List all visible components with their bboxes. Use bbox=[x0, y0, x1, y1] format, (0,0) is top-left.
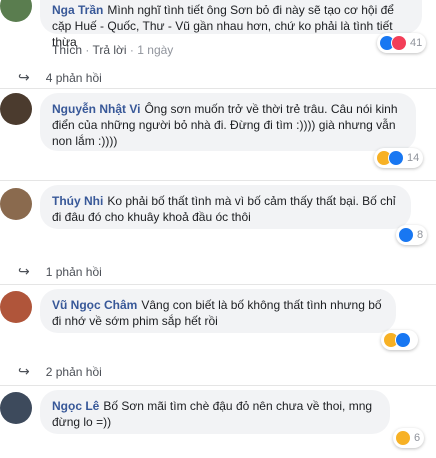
comment-text: Ko phải bố thất tình mà vì bố cảm thấy t… bbox=[52, 194, 396, 224]
avatar[interactable] bbox=[0, 188, 32, 220]
comment-author[interactable]: Nguyễn Nhật Vi bbox=[52, 102, 140, 116]
comment-bubble: Vũ Ngọc Châm Vâng con biết là bố không th… bbox=[40, 289, 396, 333]
reply-arrow-icon: ↪ bbox=[18, 363, 30, 379]
like-action[interactable]: Thích bbox=[52, 43, 82, 57]
avatar[interactable] bbox=[0, 93, 32, 125]
reaction-count: 8 bbox=[417, 229, 424, 241]
divider bbox=[0, 88, 436, 89]
comment-actions: Thích · Trả lời · 1 ngày bbox=[52, 43, 174, 57]
reaction-summary[interactable]: 8 bbox=[396, 225, 428, 245]
comment-author[interactable]: Thúy Nhi bbox=[52, 194, 103, 208]
avatar[interactable] bbox=[0, 291, 32, 323]
comment-bubble: Nguyễn Nhật Vi Ông sơn muốn trở về thời t… bbox=[40, 93, 416, 151]
divider bbox=[0, 180, 436, 181]
view-replies[interactable]: ↪ 2 phản hồi bbox=[18, 363, 102, 380]
comment-author[interactable]: Ngọc Lê bbox=[52, 399, 99, 413]
divider bbox=[0, 284, 436, 285]
love-icon bbox=[391, 35, 407, 51]
reply-arrow-icon: ↪ bbox=[18, 263, 30, 279]
view-replies[interactable]: ↪ 4 phản hồi bbox=[18, 69, 102, 86]
reaction-count: 6 bbox=[414, 432, 421, 444]
reaction-summary[interactable] bbox=[381, 330, 418, 350]
replies-label: 1 phản hồi bbox=[45, 264, 102, 279]
reaction-summary[interactable]: 41 bbox=[377, 33, 427, 53]
avatar[interactable] bbox=[0, 0, 32, 22]
haha-icon bbox=[395, 430, 411, 446]
like-icon bbox=[398, 227, 414, 243]
comment-bubble: Nga Trần Mình nghĩ tình tiết ông Sơn bỏ đ… bbox=[40, 0, 422, 49]
divider bbox=[0, 385, 436, 386]
comment-time[interactable]: 1 ngày bbox=[137, 43, 173, 57]
avatar[interactable] bbox=[0, 392, 32, 424]
comment-bubble: Ngọc Lê Bố Sơn mãi tìm chè đậu đỏ nên chư… bbox=[40, 390, 390, 434]
like-icon bbox=[395, 332, 411, 348]
reaction-count: 41 bbox=[410, 37, 423, 49]
comment-bubble: Thúy Nhi Ko phải bố thất tình mà vì bố cả… bbox=[40, 185, 411, 229]
reaction-summary[interactable]: 14 bbox=[374, 148, 424, 168]
like-icon bbox=[388, 150, 404, 166]
comment-author[interactable]: Nga Trần bbox=[52, 3, 103, 17]
reaction-count: 14 bbox=[407, 152, 420, 164]
replies-label: 4 phản hồi bbox=[45, 70, 102, 85]
view-replies[interactable]: ↪ 1 phản hồi bbox=[18, 263, 102, 280]
reaction-summary[interactable]: 6 bbox=[393, 428, 425, 448]
comment-author[interactable]: Vũ Ngọc Châm bbox=[52, 298, 137, 312]
comment-text: Bố Sơn mãi tìm chè đậu đỏ nên chưa về th… bbox=[52, 399, 373, 429]
replies-label: 2 phản hồi bbox=[45, 364, 102, 379]
reply-action[interactable]: Trả lời bbox=[92, 43, 126, 57]
reply-arrow-icon: ↪ bbox=[18, 69, 30, 85]
